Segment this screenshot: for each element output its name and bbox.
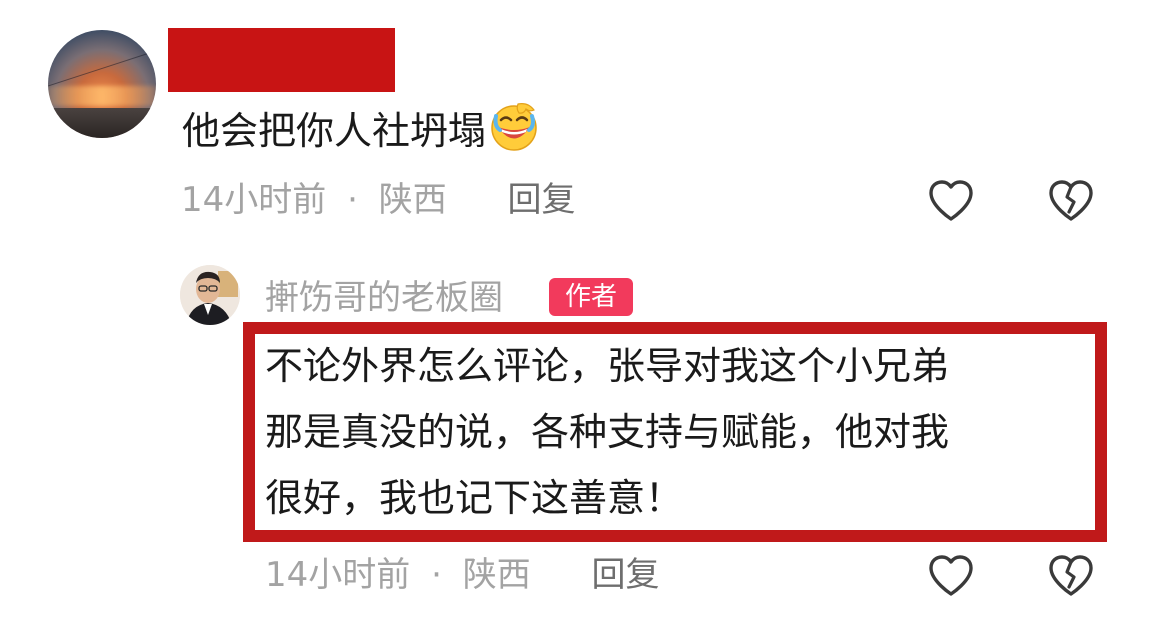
reply-text-line-1: 不论外界怎么评论，张导对我这个小兄弟 (265, 344, 950, 388)
comment-meta: 14小时前 · 陕西 回复 (181, 178, 576, 222)
redacted-username (168, 28, 395, 92)
heart-outline-icon[interactable] (926, 176, 976, 226)
avatar-ground (48, 108, 156, 138)
author-avatar[interactable] (180, 265, 240, 325)
meta-separator: · (347, 180, 358, 220)
heart-outline-icon[interactable] (926, 551, 976, 601)
author-username[interactable]: 搟饬哥的老板圈 (265, 276, 503, 320)
reply-button[interactable]: 回复 (592, 555, 660, 595)
broken-heart-icon[interactable] (1046, 551, 1096, 601)
highlighted-reply-box: 不论外界怎么评论，张导对我这个小兄弟 那是真没的说，各种支持与赋能，他对我 很好… (243, 322, 1107, 542)
reply-meta: 14小时前 · 陕西 回复 (265, 553, 660, 597)
reply-text-line-3: 很好，我也记下这善意！ (265, 476, 684, 520)
avatar-sunset-glow (48, 86, 156, 106)
comment-text: 他会把你人社坍塌 (182, 109, 487, 153)
comment-location: 陕西 (378, 180, 447, 220)
reply-time: 14小时前 (265, 555, 411, 595)
reply-text-area: 不论外界怎么评论，张导对我这个小兄弟 那是真没的说，各种支持与赋能，他对我 很好… (255, 334, 1095, 530)
author-badge: 作者 (549, 278, 633, 316)
laughing-crying-emoji-icon (491, 103, 537, 151)
reply-location: 陕西 (462, 555, 531, 595)
meta-separator: · (431, 555, 442, 595)
avatar-power-line (48, 44, 156, 89)
comment-time: 14小时前 (181, 180, 327, 220)
broken-heart-icon[interactable] (1046, 176, 1096, 226)
commenter-avatar[interactable] (48, 30, 156, 138)
author-avatar-portrait (180, 265, 240, 325)
reply-button[interactable]: 回复 (508, 180, 576, 220)
comment-text-row: 他会把你人社坍塌 (182, 100, 540, 159)
reply-text-line-2: 那是真没的说，各种支持与赋能，他对我 (265, 410, 950, 454)
